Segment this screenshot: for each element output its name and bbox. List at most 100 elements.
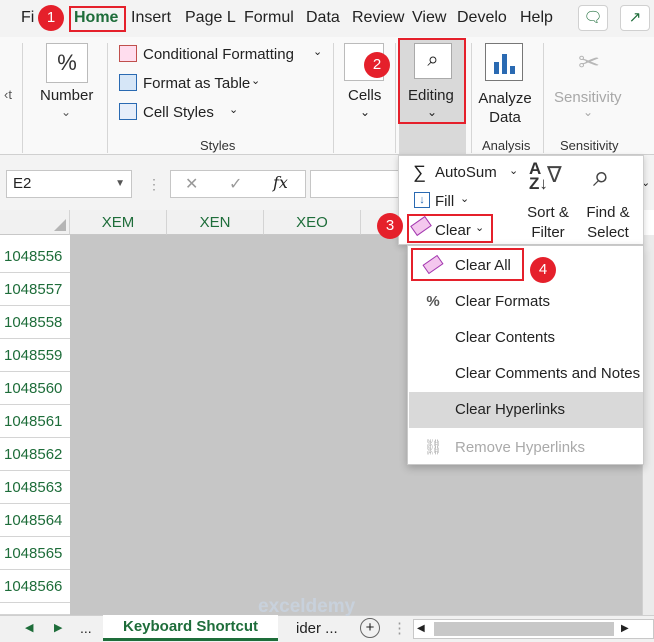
clear-hyperlinks-item[interactable]: Clear Hyperlinks (409, 392, 643, 428)
tab-developer[interactable]: Develo (457, 9, 507, 27)
sort-filter-icon: A Z↓ (529, 159, 548, 193)
share-icon[interactable]: ↗ (620, 5, 650, 31)
tab-review[interactable]: Review (352, 9, 404, 27)
remove-hyperlinks-item: ⛓ Remove Hyperlinks (409, 430, 643, 466)
chevron-down-icon[interactable]: ▼ (115, 171, 125, 197)
autosum-icon: ∑ (413, 162, 426, 182)
drag-handle-icon[interactable]: ⋮ (147, 176, 161, 193)
tab-insert[interactable]: Insert (131, 9, 171, 27)
row-header[interactable]: 1048563 (0, 471, 70, 504)
sheet-tabs-bar: ◀ ▶ ... Keyboard Shortcut ider ... + ⋮ ◀… (0, 596, 654, 642)
sensitivity-icon: ✂ (578, 47, 600, 77)
chevron-down-icon[interactable]: ⌄ (229, 103, 238, 116)
row-header[interactable]: 1048559 (0, 339, 70, 372)
step-badge-1: 1 (38, 5, 64, 31)
row-header[interactable]: 1048562 (0, 438, 70, 471)
scroll-left-icon[interactable]: ‹t (4, 87, 12, 102)
sheet-tab-active[interactable]: Keyboard Shortcut (103, 615, 278, 641)
ribbon: ‹t % Number ⌄ Conditional Formatting ⌄ F… (0, 37, 654, 155)
name-box-value: E2 (13, 175, 32, 192)
next-sheet-icon[interactable]: ▶ (54, 621, 62, 634)
insert-function-icon[interactable]: fx (273, 173, 288, 192)
cell-styles-icon (119, 103, 137, 120)
scroll-left-icon[interactable]: ◀ (417, 623, 425, 634)
fill-down-icon: ↓ (414, 192, 430, 208)
tab-file[interactable]: Fi (21, 9, 34, 27)
row-header[interactable]: 1048565 (0, 537, 70, 570)
conditional-formatting-icon (119, 45, 137, 62)
name-box[interactable]: E2 ▼ (6, 170, 132, 198)
add-sheet-icon[interactable]: + (360, 618, 380, 638)
sensitivity-group-label: Sensitivity (560, 138, 619, 153)
chevron-down-icon[interactable]: ⌄ (509, 164, 518, 177)
chevron-down-icon[interactable]: ⌄ (360, 105, 370, 119)
cell-styles-button[interactable]: Cell Styles (143, 104, 214, 121)
chevron-down-icon[interactable]: ⌄ (313, 45, 322, 58)
sort-filter-button[interactable]: Sort & Filter (523, 203, 573, 243)
column-header[interactable]: XEO (264, 210, 361, 235)
conditional-formatting-button[interactable]: Conditional Formatting (143, 46, 294, 63)
scrollbar-thumb[interactable] (434, 622, 614, 636)
sensitivity-button: Sensitivity (554, 89, 622, 106)
analysis-group-label: Analysis (482, 138, 531, 153)
more-sheets-left[interactable]: ... (80, 620, 92, 636)
filter-funnel-icon: ∇ (547, 162, 562, 187)
row-header[interactable]: 1048561 (0, 405, 70, 438)
drag-handle-icon[interactable]: ⋮ (392, 619, 407, 637)
step-badge-3: 3 (377, 213, 403, 239)
watermark-logo: exceldemy (258, 596, 356, 617)
clear-hyperlinks-label: Clear Hyperlinks (455, 401, 566, 418)
row-header[interactable]: 1048560 (0, 372, 70, 405)
comments-icon[interactable]: 🗨 (578, 5, 608, 31)
row-header[interactable]: 1048564 (0, 504, 70, 537)
analyze-data-button[interactable]: Analyze Data (478, 89, 532, 127)
analyze-data-icon (485, 43, 523, 81)
row-header[interactable]: 1048567 (0, 603, 70, 615)
column-header[interactable]: XEN (167, 210, 264, 235)
editing-highlight (398, 38, 466, 124)
row-header[interactable]: 1048557 (0, 273, 70, 306)
number-label[interactable]: Number (40, 87, 93, 104)
percent-icon[interactable]: % (46, 43, 88, 83)
clear-formats-label: Clear Formats (455, 293, 551, 310)
find-icon: ⌕ (593, 160, 610, 193)
clear-contents-label: Clear Contents (455, 329, 556, 346)
clear-comments-notes-label: Clear Comments and Notes (455, 365, 641, 382)
cancel-icon[interactable]: ✕ (185, 174, 198, 194)
styles-group-label: Styles (200, 138, 236, 153)
tab-formulas[interactable]: Formul (244, 9, 294, 27)
tab-view[interactable]: View (412, 9, 446, 27)
format-as-table-button[interactable]: Format as Table (143, 75, 250, 92)
find-select-button[interactable]: Find & Select (581, 203, 635, 243)
chevron-down-icon[interactable]: ⌄ (460, 192, 469, 205)
clear-contents-item[interactable]: Clear Contents (409, 320, 643, 356)
tab-page-layout[interactable]: Page L (185, 9, 236, 27)
column-header[interactable]: XEM (70, 210, 167, 235)
autosum-button[interactable]: AutoSum (435, 164, 497, 181)
chevron-down-icon[interactable]: ⌄ (61, 105, 71, 119)
clear-all-highlight (411, 248, 524, 281)
unlink-icon: ⛓ (423, 439, 443, 456)
select-all-corner[interactable] (0, 210, 70, 235)
tab-help[interactable]: Help (520, 9, 553, 27)
formula-input[interactable] (310, 170, 400, 198)
horizontal-scrollbar[interactable]: ◀ ▶ (413, 619, 654, 639)
row-header[interactable]: 1048558 (0, 306, 70, 339)
chevron-down-icon: ⌄ (583, 105, 594, 119)
sheet-tab[interactable]: ider ... (296, 620, 338, 637)
row-header[interactable]: 1048556 (0, 240, 70, 273)
format-table-icon (119, 74, 137, 91)
fill-button[interactable]: Fill (435, 193, 454, 210)
cells-button[interactable]: Cells (348, 87, 381, 104)
chevron-down-icon[interactable]: ⌄ (251, 74, 260, 87)
prev-sheet-icon[interactable]: ◀ (25, 621, 33, 634)
clear-formats-icon: % (426, 293, 440, 310)
clear-comments-notes-item[interactable]: Clear Comments and Notes (409, 356, 643, 392)
enter-icon[interactable]: ✓ (229, 174, 242, 194)
scroll-right-icon[interactable]: ▶ (621, 623, 629, 634)
step-badge-2: 2 (364, 52, 390, 78)
row-header[interactable]: 1048566 (0, 570, 70, 603)
clear-formats-item[interactable]: % Clear Formats (409, 284, 643, 320)
formula-buttons: ✕ ✓ fx (170, 170, 306, 198)
tab-data[interactable]: Data (306, 9, 340, 27)
